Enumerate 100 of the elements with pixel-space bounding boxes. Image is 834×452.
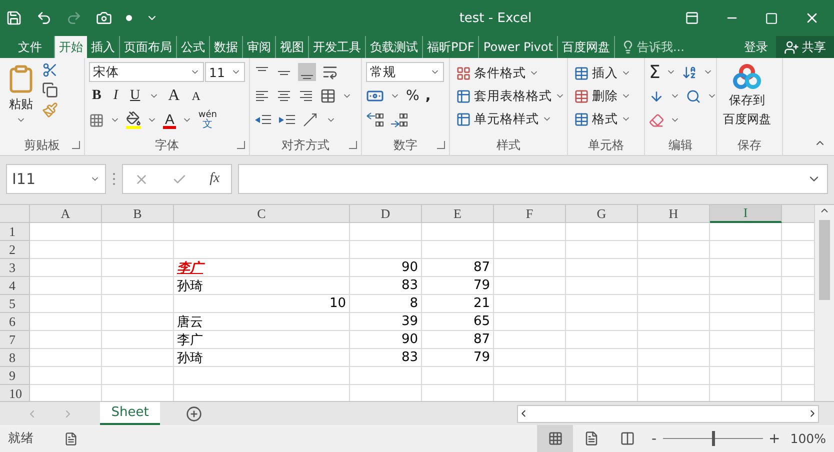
dialog-launcher-icon[interactable]: [237, 141, 245, 149]
eraser-icon[interactable]: [649, 112, 664, 128]
zoom-in-button[interactable]: +: [762, 430, 786, 446]
table-cell[interactable]: 87: [422, 331, 494, 349]
empty-cell[interactable]: [102, 295, 174, 313]
table-cell[interactable]: 79: [422, 349, 494, 367]
align-left-icon[interactable]: [254, 88, 270, 104]
table-cell[interactable]: 90: [350, 331, 422, 349]
column-header[interactable]: E: [422, 205, 494, 223]
increase-decimal-icon[interactable]: [366, 112, 384, 128]
empty-cell[interactable]: [638, 331, 710, 349]
empty-cell[interactable]: [494, 259, 566, 277]
empty-cell[interactable]: [494, 313, 566, 331]
empty-cell[interactable]: [102, 277, 174, 295]
table-cell[interactable]: 8: [350, 295, 422, 313]
empty-cell[interactable]: [710, 277, 782, 295]
share-button[interactable]: 共享: [776, 36, 834, 58]
empty-cell[interactable]: [102, 313, 174, 331]
table-cell[interactable]: 10: [174, 295, 350, 313]
font-name-dropdown[interactable]: 宋体: [89, 62, 204, 82]
empty-cell[interactable]: [710, 223, 782, 241]
empty-cell[interactable]: [566, 277, 638, 295]
empty-cell[interactable]: [566, 259, 638, 277]
dialog-launcher-icon[interactable]: [437, 141, 445, 149]
scissors-icon[interactable]: [42, 62, 58, 78]
table-cell[interactable]: 90: [350, 259, 422, 277]
empty-cell[interactable]: [710, 349, 782, 367]
horizontal-scrollbar[interactable]: [517, 404, 819, 422]
number-format-dropdown[interactable]: 常规: [366, 62, 444, 82]
row-header[interactable]: 4: [0, 277, 30, 295]
autosum-button[interactable]: Σ: [649, 62, 660, 82]
empty-cell[interactable]: [638, 295, 710, 313]
empty-cell[interactable]: [102, 367, 174, 385]
bold-button[interactable]: B: [89, 88, 104, 104]
redo-icon[interactable]: [66, 10, 82, 26]
empty-cell[interactable]: [102, 241, 174, 259]
sign-in-link[interactable]: 登录: [736, 36, 776, 58]
empty-cell[interactable]: [350, 241, 422, 259]
normal-view-button[interactable]: [537, 425, 574, 452]
table-cell[interactable]: 李广: [174, 259, 350, 277]
row-header[interactable]: 2: [0, 241, 30, 259]
empty-cell[interactable]: [174, 223, 350, 241]
ribbon-tab[interactable]: 开始: [55, 36, 87, 58]
empty-cell[interactable]: [710, 259, 782, 277]
empty-cell[interactable]: [638, 349, 710, 367]
empty-cell[interactable]: [494, 331, 566, 349]
styles-menu-item[interactable]: 单元格样式: [454, 108, 567, 130]
cells-menu-item[interactable]: 插入: [572, 62, 633, 84]
empty-cell[interactable]: [102, 223, 174, 241]
column-header[interactable]: G: [566, 205, 638, 223]
styles-menu-item[interactable]: 条件格式: [454, 62, 567, 84]
empty-cell[interactable]: [638, 313, 710, 331]
row-header[interactable]: 7: [0, 331, 30, 349]
formula-input[interactable]: [238, 164, 828, 194]
table-cell[interactable]: 孙琦: [174, 349, 350, 367]
empty-cell[interactable]: [710, 295, 782, 313]
table-cell[interactable]: 21: [422, 295, 494, 313]
table-cell[interactable]: 83: [350, 349, 422, 367]
undo-icon[interactable]: [36, 10, 52, 26]
column-header[interactable]: C: [174, 205, 350, 223]
empty-cell[interactable]: [102, 349, 174, 367]
empty-cell[interactable]: [710, 241, 782, 259]
percent-button[interactable]: %: [406, 88, 420, 104]
phonetic-button[interactable]: wén 文: [198, 110, 217, 130]
empty-cell[interactable]: [638, 223, 710, 241]
empty-cell[interactable]: [638, 367, 710, 385]
column-header[interactable]: B: [102, 205, 174, 223]
underline-button[interactable]: U: [127, 88, 144, 104]
save-to-cloud-button[interactable]: 保存到 百度网盘: [721, 62, 773, 137]
dot-icon[interactable]: [126, 15, 132, 21]
table-cell[interactable]: 87: [422, 259, 494, 277]
copy-icon[interactable]: [42, 82, 58, 98]
row-header[interactable]: 6: [0, 313, 30, 331]
row-header[interactable]: 8: [0, 349, 30, 367]
table-cell[interactable]: 唐云: [174, 313, 350, 331]
empty-cell[interactable]: [350, 223, 422, 241]
row-header[interactable]: 9: [0, 367, 30, 385]
empty-cell[interactable]: [710, 331, 782, 349]
empty-cell[interactable]: [494, 223, 566, 241]
sheet-tab[interactable]: Sheet: [100, 402, 160, 425]
align-center-icon[interactable]: [276, 88, 292, 104]
row-header[interactable]: 5: [0, 295, 30, 313]
row-header[interactable]: 3: [0, 259, 30, 277]
align-right-icon[interactable]: [298, 88, 314, 104]
empty-cell[interactable]: [102, 259, 174, 277]
comma-button[interactable]: ,: [425, 88, 431, 104]
cells-menu-item[interactable]: 删除: [572, 85, 633, 107]
zoom-out-button[interactable]: -: [645, 430, 663, 446]
empty-cell[interactable]: [494, 295, 566, 313]
empty-cell[interactable]: [638, 277, 710, 295]
empty-cell[interactable]: [566, 313, 638, 331]
insert-function-button[interactable]: fx: [210, 171, 220, 187]
empty-cell[interactable]: [422, 223, 494, 241]
empty-cell[interactable]: [566, 223, 638, 241]
wrap-text-icon[interactable]: [322, 64, 338, 80]
name-box[interactable]: I11: [6, 164, 106, 194]
empty-cell[interactable]: [638, 241, 710, 259]
empty-cell[interactable]: [566, 295, 638, 313]
column-header[interactable]: I: [710, 205, 782, 223]
shrink-font-button[interactable]: A: [188, 88, 204, 104]
